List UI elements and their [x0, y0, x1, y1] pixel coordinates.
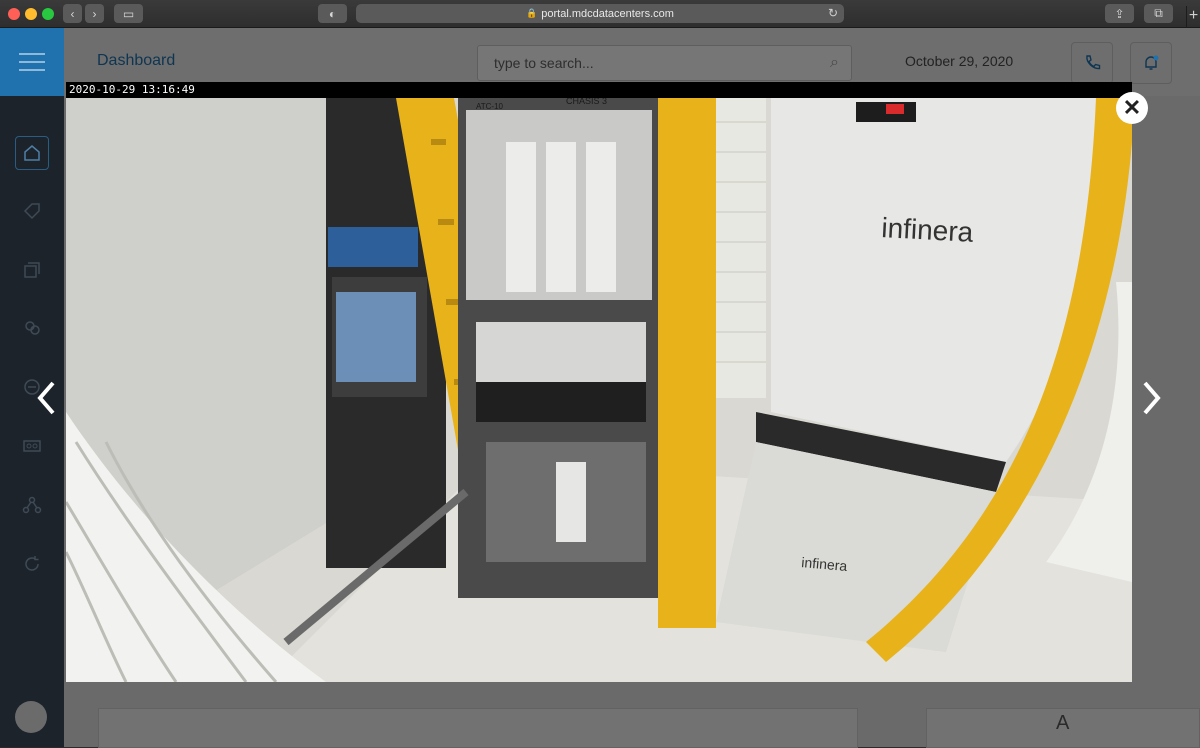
current-date: October 29, 2020	[905, 53, 1014, 69]
sidebar-item-users[interactable]	[15, 311, 49, 345]
copy-icon	[24, 262, 40, 278]
sidebar-icon: ▭	[122, 6, 135, 21]
tabs-overview-button[interactable]: ⧉	[1144, 4, 1173, 23]
chevron-left-icon: ‹	[70, 6, 75, 21]
background-label: A	[1056, 712, 1070, 734]
chevron-right-icon	[1143, 381, 1161, 415]
tape-icon	[23, 440, 41, 452]
close-viewer-button[interactable]: ✕	[1116, 92, 1148, 124]
camera-image: CHASIS 3 ATC-10 infinera infinera 2020-1…	[66, 82, 1132, 682]
bell-icon	[1145, 55, 1159, 70]
reload-icon[interactable]: ↻	[828, 6, 838, 20]
sidebar-toggle-button[interactable]: ▭	[114, 4, 143, 23]
search-box[interactable]: ⌕	[477, 45, 852, 81]
shield-icon: ◐	[328, 6, 337, 21]
phone-icon	[1086, 55, 1101, 70]
forward-button[interactable]: ›	[85, 4, 104, 23]
notifications-button[interactable]	[1130, 42, 1172, 84]
page-title[interactable]: Dashboard	[97, 52, 175, 70]
brand-label: infinera	[881, 212, 975, 248]
users-icon	[25, 321, 40, 335]
share-button[interactable]: ⇪	[1105, 4, 1134, 23]
chevron-right-icon: ›	[92, 6, 97, 21]
next-image-button[interactable]	[1140, 378, 1164, 418]
back-button[interactable]: ‹	[63, 4, 82, 23]
close-icon: ✕	[1122, 95, 1142, 120]
sidebar-item-tags[interactable]	[15, 194, 49, 228]
chevron-left-icon	[37, 381, 55, 415]
network-icon	[22, 496, 42, 514]
camera-timestamp: 2020-10-29 13:16:49	[66, 82, 1132, 98]
search-icon[interactable]: ⌕	[830, 54, 839, 72]
sidebar-item-home[interactable]	[15, 136, 49, 170]
minimize-window-button[interactable]	[25, 8, 37, 20]
share-icon: ⇪	[1114, 6, 1125, 21]
rack-label: ATC-10	[476, 102, 504, 111]
sidebar-item-refresh[interactable]	[15, 547, 49, 581]
sidebar-item-copy[interactable]	[15, 253, 49, 287]
home-icon	[24, 145, 40, 161]
background-card	[98, 708, 858, 748]
sidebar-item-tape[interactable]	[15, 429, 49, 463]
address-bar[interactable]: 🔒 portal.mdcdatacenters.com ↻	[356, 4, 844, 23]
url-text: portal.mdcdatacenters.com	[541, 7, 674, 20]
menu-button[interactable]	[0, 28, 64, 96]
tabs-icon: ⧉	[1154, 6, 1163, 20]
previous-image-button[interactable]	[34, 378, 58, 418]
close-window-button[interactable]	[8, 8, 20, 20]
sidebar-item-network[interactable]	[15, 488, 49, 522]
refresh-icon	[25, 556, 39, 571]
hamburger-icon	[19, 53, 45, 55]
tag-icon	[23, 203, 40, 220]
avatar[interactable]	[15, 701, 47, 733]
new-tab-button[interactable]: +	[1186, 6, 1200, 28]
browser-toolbar: ‹ › ▭ ◐ 🔒 portal.mdcdatacenters.com ↻ ⇪ …	[0, 0, 1200, 28]
search-input[interactable]	[478, 46, 851, 80]
zoom-window-button[interactable]	[42, 8, 54, 20]
call-button[interactable]	[1071, 42, 1113, 84]
data-center-photo: CHASIS 3 ATC-10 infinera infinera	[66, 82, 1132, 682]
privacy-shield-button[interactable]: ◐	[318, 4, 347, 23]
lock-icon: 🔒	[526, 8, 538, 18]
